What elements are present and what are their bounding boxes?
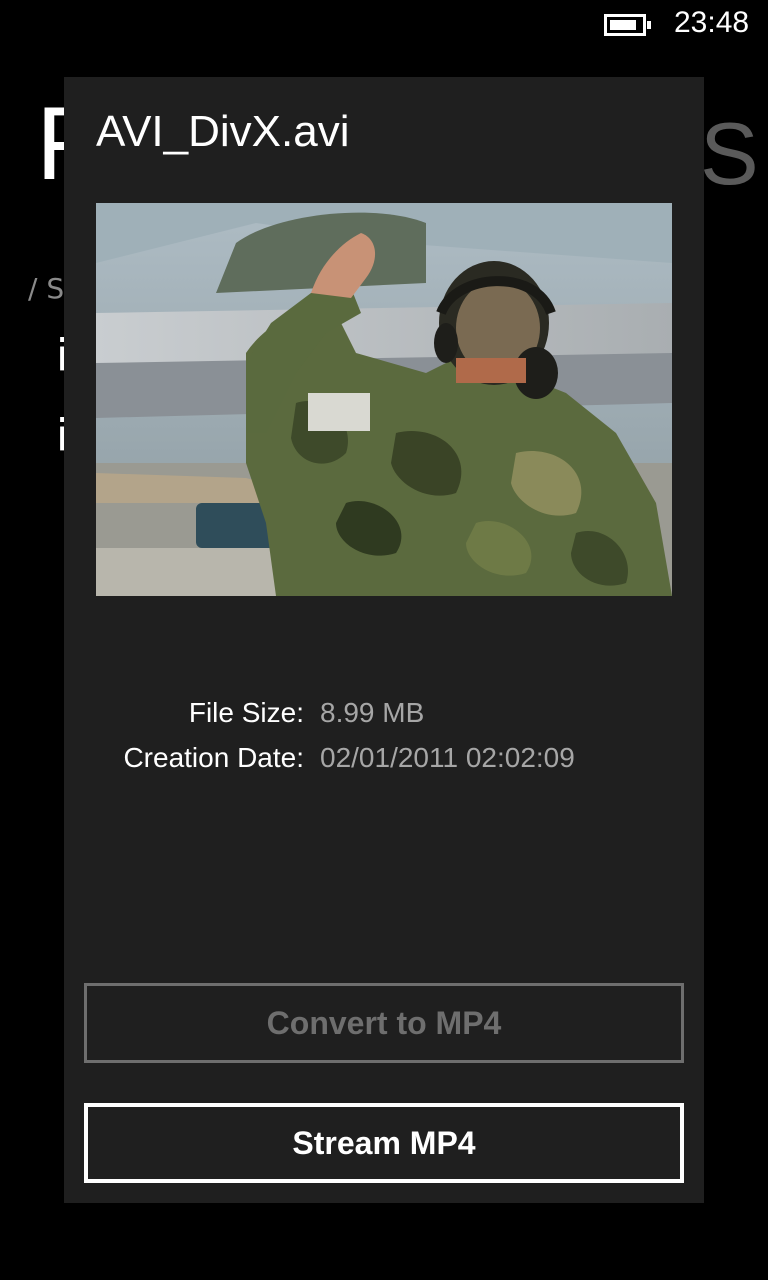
status-clock: 23:48 xyxy=(674,6,750,39)
file-size-label: File Size: xyxy=(188,697,304,728)
dialog-title: AVI_DivX.avi xyxy=(96,107,350,156)
background-path: / S xyxy=(28,272,65,305)
background-page-title-fragment: S xyxy=(700,104,759,203)
battery-icon xyxy=(604,14,651,36)
creation-date-value: 02/01/2011 02:02:09 xyxy=(320,742,575,773)
video-thumbnail xyxy=(96,203,672,596)
creation-date-label: Creation Date: xyxy=(123,742,304,773)
battery-fill xyxy=(610,20,636,30)
file-size-value: 8.99 MB xyxy=(320,697,425,728)
file-details-dialog: AVI_DivX.avi File Size: 8.99 MB Creation… xyxy=(64,77,704,1203)
creation-date-row: Creation Date: 02/01/2011 02:02:09 xyxy=(64,742,704,782)
status-bar: 23:48 xyxy=(0,0,768,52)
stream-mp4-button[interactable]: Stream MP4 xyxy=(84,1103,684,1183)
file-size-row: File Size: 8.99 MB xyxy=(64,697,704,737)
phone-screen: F S / S i i 23:48 AVI_DivX.avi xyxy=(0,0,768,1280)
convert-to-mp4-button[interactable]: Convert to MP4 xyxy=(84,983,684,1063)
